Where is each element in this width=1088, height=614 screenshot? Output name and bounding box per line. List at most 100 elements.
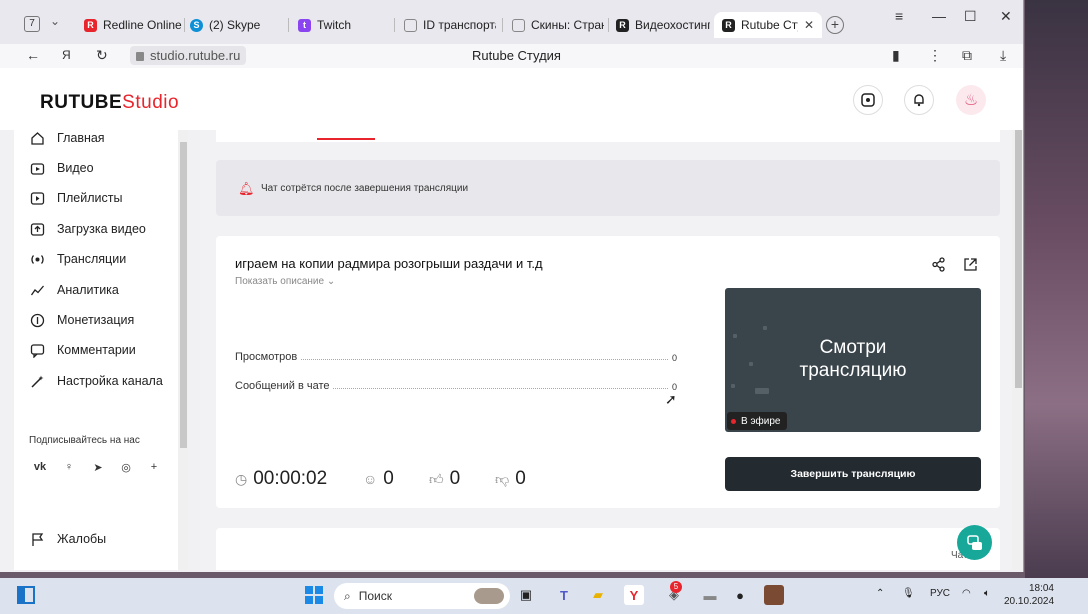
chevron-down-icon[interactable]: ⌄ <box>50 14 60 28</box>
app-icon[interactable]: ◈ 5 <box>664 581 684 605</box>
clock-icon: ◷ <box>235 470 248 487</box>
sidebar-scrollbar[interactable] <box>178 130 188 570</box>
search-icon: ⌕ <box>344 588 351 603</box>
sidebar-item-upload[interactable]: Загрузка видео <box>30 219 146 239</box>
upload-icon <box>30 222 45 237</box>
chevron-up-icon[interactable]: ⌃ <box>876 588 884 599</box>
dislikes-value: 0 <box>515 468 526 489</box>
app-icon[interactable]: ▬ <box>700 585 720 605</box>
vk-icon[interactable]: vk <box>32 461 48 477</box>
taskbar-search[interactable]: ⌕ Поиск <box>334 583 510 609</box>
twitch-icon: t <box>298 18 311 32</box>
external-link-icon[interactable] <box>963 257 978 276</box>
url-field[interactable]: studio.rutube.ru <box>130 46 247 65</box>
sidebar: Главная Видео Плейлисты Загрузка видео Т… <box>14 130 178 570</box>
viewers-counter: ☺ 0 <box>363 468 429 490</box>
odnoklassniki-icon[interactable]: ♀ <box>61 461 77 477</box>
sidebar-item-home[interactable]: Главная <box>30 128 105 148</box>
likes-counter: 👍︎ 0 <box>429 468 495 490</box>
sidebar-item-complaints[interactable]: Жалобы <box>30 529 106 549</box>
tab-redline[interactable]: R Redline Online <box>84 12 182 38</box>
sidebar-item-label: Главная <box>57 131 105 145</box>
sidebar-item-analytics[interactable]: Аналитика <box>30 280 119 300</box>
viber-icon[interactable]: ◎ <box>118 461 134 477</box>
sidebar-item-monetization[interactable]: Монетизация <box>30 310 134 330</box>
thumbs-down-icon: 👎︎ <box>495 470 510 487</box>
comments-icon <box>30 343 45 358</box>
sidebar-item-video[interactable]: Видео <box>30 158 94 178</box>
tab-twitch[interactable]: t Twitch <box>298 12 388 38</box>
active-tab-indicator <box>317 138 375 140</box>
address-bar: ← Я ↻ studio.rutube.ru Rutube Студия ▮ ⋮… <box>0 44 1023 68</box>
maximize-icon[interactable]: ☐ <box>964 8 977 25</box>
teams-icon[interactable]: T <box>554 585 574 605</box>
avatar[interactable]: ♨ <box>956 85 986 115</box>
tab-count[interactable]: 7 <box>24 16 40 32</box>
logo-main: RUTUBE <box>40 92 123 113</box>
tab-skins[interactable]: Скины: Стран <box>512 12 604 38</box>
viewers-value: 0 <box>383 468 394 489</box>
windows-start-icon[interactable] <box>304 585 324 605</box>
close-window-icon[interactable]: ✕ <box>1000 8 1012 25</box>
end-stream-button[interactable]: Завершить трансляцию <box>725 457 981 491</box>
task-switch-icon[interactable]: ▣ <box>516 585 536 605</box>
sidebar-item-playlists[interactable]: Плейлисты <box>30 188 122 208</box>
more-icon[interactable]: ⋮ <box>928 47 942 64</box>
clock[interactable]: 18:04 20.10.2024 <box>1004 582 1054 608</box>
sidebar-item-comments[interactable]: Комментарии <box>30 340 136 360</box>
sidebar-item-broadcasts[interactable]: Трансляции <box>30 249 126 269</box>
yandex-icon[interactable]: Я <box>62 48 71 62</box>
telegram-icon[interactable]: ➤ <box>90 461 106 477</box>
flag-icon <box>30 532 45 547</box>
menu-icon[interactable]: ≡ <box>895 8 903 24</box>
new-tab-button[interactable]: + <box>826 16 844 34</box>
obs-icon[interactable]: ● <box>730 585 750 605</box>
reload-icon[interactable]: ↻ <box>96 47 108 64</box>
sidebar-item-channel-settings[interactable]: Настройка канала <box>30 371 163 391</box>
folder-icon[interactable]: ▰ <box>588 585 608 605</box>
volume-icon[interactable]: 🔈︎ <box>984 588 990 599</box>
scrollbar-thumb[interactable] <box>1015 130 1022 388</box>
extensions-icon[interactable]: ⧉ <box>962 47 972 64</box>
minimize-icon[interactable]: — <box>932 8 946 24</box>
share-icon[interactable] <box>931 257 946 276</box>
stream-preview[interactable]: Смотри трансляцию В эфире <box>725 288 981 432</box>
sidebar-item-label: Видео <box>57 161 94 175</box>
stream-tabs-card <box>216 130 1000 142</box>
logo-studio: Studio <box>122 92 180 113</box>
plus-icon[interactable]: + <box>146 461 162 477</box>
task-view-icon[interactable] <box>16 585 36 605</box>
document-icon <box>404 18 417 32</box>
microphone-icon[interactable]: 🎙︎ <box>902 588 915 599</box>
bell-icon: 🔔︎ <box>238 181 255 196</box>
create-button[interactable] <box>853 85 883 115</box>
tab-rutube-studio[interactable]: R Rutube Студ ✕ <box>714 12 822 38</box>
wifi-icon[interactable]: ◠ <box>962 588 971 599</box>
bell-icon <box>914 94 924 107</box>
yandex-browser-icon[interactable]: Y <box>624 585 644 605</box>
search-placeholder: Поиск <box>358 589 392 603</box>
sidebar-item-label: Жалобы <box>57 532 107 546</box>
tab-transport[interactable]: ID транспорта <box>404 12 496 38</box>
game-icon[interactable] <box>764 585 784 605</box>
close-icon[interactable]: ✕ <box>804 18 814 32</box>
download-icon[interactable]: ⤓ <box>1000 47 1006 64</box>
taskbar: ⌕ Поиск ▣ T ▰ Y ◈ 5 ▬ ● ⌃ 🎙︎ РУС ◠ 🔈︎ 18:… <box>0 578 1088 614</box>
show-description-link[interactable]: Показать описание ⌄ <box>235 276 335 287</box>
wand-icon <box>30 374 45 389</box>
notifications-button[interactable] <box>904 85 934 115</box>
tab-label: ID транспорта <box>423 18 496 32</box>
language-indicator[interactable]: РУС <box>930 588 950 599</box>
rutube-studio-logo[interactable]: RUTUBEStudio <box>40 92 179 114</box>
support-chat-button[interactable] <box>957 525 992 560</box>
sidebar-item-label: Настройка канала <box>57 374 163 388</box>
chat-notice: 🔔︎ Чат сотрётся после завершения трансля… <box>216 160 1000 216</box>
back-icon[interactable]: ← <box>26 47 40 63</box>
redline-icon: R <box>84 18 97 32</box>
tab-skype[interactable]: S (2) Skype <box>190 12 280 38</box>
main-scrollbar[interactable] <box>1012 130 1023 570</box>
tab-videohosting[interactable]: R Видеохостинг <box>616 12 710 38</box>
notice-text: Чат сотрётся после завершения трансляции <box>261 183 469 194</box>
bookmark-icon[interactable]: ▮ <box>892 47 900 64</box>
scrollbar-thumb[interactable] <box>180 142 187 448</box>
